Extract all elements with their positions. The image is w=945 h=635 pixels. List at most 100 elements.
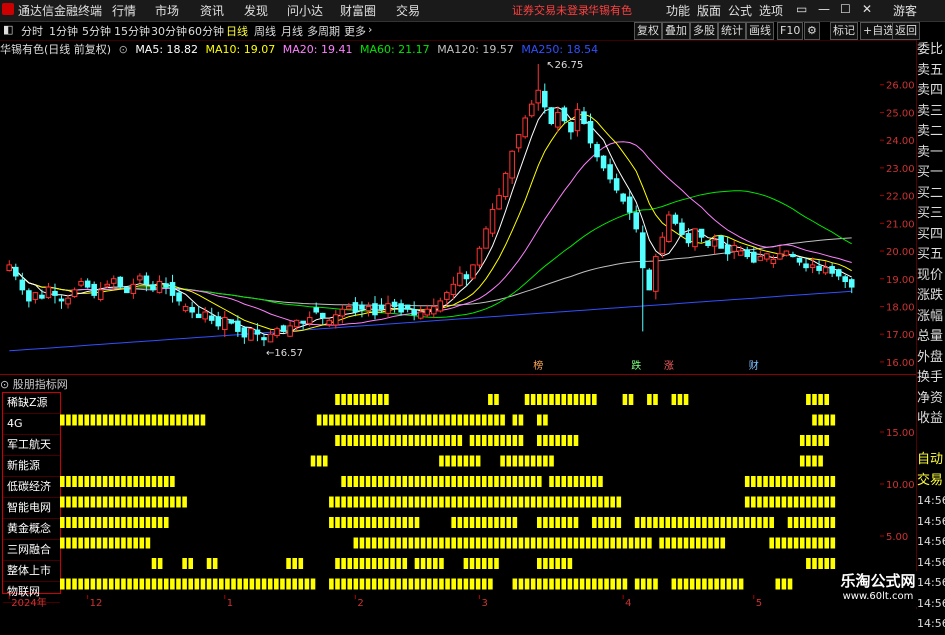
signal-mark[interactable]: 跌 bbox=[631, 359, 641, 372]
concept-bar bbox=[365, 496, 371, 508]
period-tab-multi[interactable]: 多周期 bbox=[307, 23, 340, 39]
concept-bar bbox=[96, 476, 102, 487]
concept-bar bbox=[335, 517, 340, 528]
concept-bar bbox=[115, 476, 120, 487]
concept-bar bbox=[744, 476, 750, 487]
time-tick-label: 2 bbox=[357, 598, 363, 609]
menu-item-market[interactable]: 市场 bbox=[155, 2, 179, 19]
period-tab-5min[interactable]: 5分钟 bbox=[82, 23, 111, 39]
maximize-icon[interactable]: ☐ bbox=[840, 2, 851, 16]
concept-bar bbox=[604, 496, 609, 508]
adjust-button[interactable]: 复权 bbox=[634, 22, 662, 40]
concept-bar bbox=[267, 578, 273, 590]
concept-bar bbox=[384, 394, 389, 405]
concept-bar bbox=[463, 578, 469, 590]
concept-bar bbox=[481, 537, 487, 549]
settings-gear-icon[interactable]: ⚙ bbox=[804, 22, 820, 40]
concept-bar bbox=[292, 558, 297, 569]
concept-bar bbox=[469, 517, 475, 528]
period-tab-more[interactable]: 更多 bbox=[344, 23, 366, 39]
menu-item-trade[interactable]: 交易 bbox=[396, 2, 420, 19]
concept-bar bbox=[408, 414, 414, 426]
window-settings-icon[interactable]: ▭ bbox=[796, 2, 807, 16]
price-tick-label: 19.00 bbox=[886, 275, 915, 286]
period-tab-15min[interactable]: 15分钟 bbox=[114, 23, 150, 39]
mark-button[interactable]: 标记 bbox=[830, 22, 858, 40]
concept-bar bbox=[163, 517, 169, 528]
signal-mark[interactable]: 财 bbox=[749, 359, 759, 372]
ma60-value: MA60: 21.17 bbox=[359, 43, 430, 56]
concept-bar bbox=[671, 517, 677, 528]
signal-mark[interactable]: 涨 bbox=[664, 360, 674, 372]
close-icon[interactable]: ✕ bbox=[862, 2, 872, 16]
concept-bar bbox=[555, 558, 560, 569]
indicator-bars-chart[interactable] bbox=[60, 390, 880, 595]
ma10-line bbox=[8, 113, 852, 332]
menu-item-news[interactable]: 资讯 bbox=[200, 2, 224, 19]
quote-field-label[interactable]: 自动 bbox=[917, 450, 945, 471]
multi-stock-button[interactable]: 多股 bbox=[690, 22, 718, 40]
concept-bar bbox=[769, 517, 774, 528]
period-tab-intraday[interactable]: 分时 bbox=[21, 23, 43, 39]
concept-bar bbox=[408, 435, 414, 446]
period-tab-daily[interactable]: 日线 bbox=[226, 23, 248, 39]
minimize-icon[interactable]: — bbox=[818, 2, 830, 16]
f10-button[interactable]: F10 bbox=[777, 22, 804, 40]
menu-item-discover[interactable]: 发现 bbox=[244, 2, 268, 19]
concept-bar bbox=[610, 517, 615, 528]
signal-mark[interactable]: 榜 bbox=[533, 359, 543, 372]
concept-bar bbox=[812, 558, 817, 569]
statistics-button[interactable]: 统计 bbox=[718, 22, 746, 40]
concept-bar bbox=[402, 578, 408, 590]
menu-item-wealth[interactable]: 财富圈 bbox=[340, 2, 376, 19]
legend-settings-icon[interactable]: ⊙ bbox=[119, 43, 128, 56]
concept-bar bbox=[90, 414, 96, 426]
sidebar-toggle-icon[interactable]: ◧ bbox=[3, 23, 13, 36]
candle bbox=[528, 103, 535, 117]
overlay-button[interactable]: 叠加 bbox=[662, 22, 690, 40]
period-tab-60min[interactable]: 60分钟 bbox=[188, 23, 224, 39]
period-tab-weekly[interactable]: 周线 bbox=[254, 23, 276, 39]
login-notice[interactable]: 证券交易未登录 bbox=[512, 2, 589, 18]
concept-bar bbox=[463, 537, 469, 549]
draw-line-button[interactable]: 画线 bbox=[746, 22, 774, 40]
concept-bar bbox=[806, 537, 811, 549]
period-tab-monthly[interactable]: 月线 bbox=[281, 23, 303, 39]
menu-item-quotes[interactable]: 行情 bbox=[112, 2, 136, 19]
concept-bar bbox=[818, 435, 823, 446]
menu-item-assistant[interactable]: 问小达 bbox=[287, 2, 323, 19]
concept-bar bbox=[751, 496, 756, 508]
concept-bar bbox=[647, 394, 652, 405]
quote-field-label[interactable]: 交易 bbox=[917, 471, 945, 492]
period-tab-1min[interactable]: 1分钟 bbox=[49, 23, 78, 39]
concept-bar bbox=[689, 517, 695, 528]
menu-item-layout[interactable]: 版面 bbox=[697, 2, 721, 19]
concept-bar bbox=[506, 455, 512, 467]
pane-divider[interactable] bbox=[0, 374, 945, 375]
concept-bar bbox=[579, 537, 585, 549]
concept-bar bbox=[170, 578, 175, 590]
concept-bar bbox=[249, 578, 255, 590]
back-button[interactable]: 返回 bbox=[892, 22, 920, 40]
menu-item-options[interactable]: 选项 bbox=[759, 2, 783, 19]
price-tick-label: 22.00 bbox=[886, 192, 915, 203]
concept-bar bbox=[812, 435, 817, 446]
menu-item-function[interactable]: 功能 bbox=[666, 2, 690, 19]
candlestick-chart[interactable]: ↖26.75 ←16.57 榜 跌 涨 财 bbox=[0, 57, 880, 373]
concept-bar bbox=[365, 394, 371, 405]
concept-bar bbox=[512, 537, 518, 549]
menu-item-formula[interactable]: 公式 bbox=[728, 2, 752, 19]
concept-bar bbox=[457, 537, 463, 549]
period-tab-30min[interactable]: 30分钟 bbox=[151, 23, 187, 39]
concept-bar bbox=[555, 578, 560, 590]
concept-bar bbox=[200, 414, 206, 426]
candle bbox=[124, 287, 130, 294]
concept-bar bbox=[121, 578, 126, 590]
guest-label[interactable]: 游客 bbox=[893, 2, 917, 19]
indicator-settings-icon[interactable]: ⊙ bbox=[0, 378, 9, 391]
concept-bar bbox=[139, 537, 145, 549]
concept-bar bbox=[384, 414, 389, 426]
concept-bar bbox=[371, 435, 377, 446]
concept-bar bbox=[371, 476, 377, 487]
more-chevron-icon[interactable]: › bbox=[368, 23, 372, 36]
